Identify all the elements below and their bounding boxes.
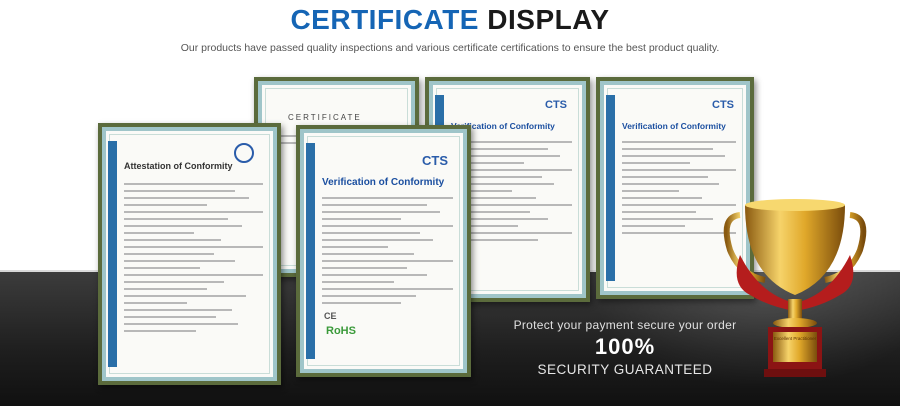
cts-logo-icon: CTS [545,99,567,111]
certificate-heading: Verification of Conformity [622,121,726,131]
certificate-frame: CTS Verification of Conformity CE RoHS [296,125,471,377]
certificate-frame: Attestation of Conformity [98,123,281,385]
trophy-plaque-text: Excellent Practitioner [773,336,817,341]
title-rest: DISPLAY [487,4,610,35]
cts-seal-icon [234,143,254,163]
cts-logo-icon: CTS [422,153,448,168]
page-subtitle: Our products have passed quality inspect… [180,42,720,54]
certificate-heading: Verification of Conformity [322,177,445,188]
title-highlight: CERTIFICATE [290,4,479,35]
ce-mark-icon: CE [324,311,337,321]
cts-logo-icon: CTS [712,99,734,111]
trophy-icon [723,199,867,377]
page-title: CERTIFICATE DISPLAY [0,4,900,36]
certificate-heading: Attestation of Conformity [124,161,233,171]
security-percent: 100% [594,334,656,359]
rohs-mark: RoHS [326,325,356,337]
security-tagline: Protect your payment secure your order [513,318,737,332]
security-guaranteed: SECURITY GUARANTEED [537,362,713,377]
certificate-heading: CERTIFICATE [288,113,362,122]
